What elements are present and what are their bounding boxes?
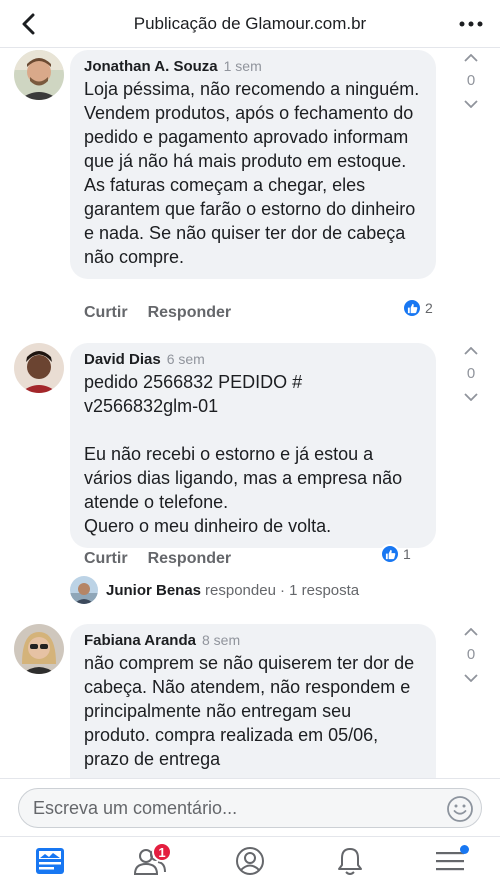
avatar: [70, 576, 98, 604]
reaction-number: 1: [403, 546, 411, 562]
reply-author[interactable]: Junior Benas: [106, 582, 201, 599]
comment-input[interactable]: [18, 788, 482, 828]
avatar[interactable]: [14, 624, 64, 674]
comment-actions: Curtir Responder: [84, 550, 231, 568]
news-feed-icon: [35, 847, 65, 880]
thumbs-up-icon: [402, 298, 422, 318]
comment-item: Jonathan A. Souza 1 sem Loja péssima, nã…: [0, 48, 500, 338]
reply-summary[interactable]: Junior Benas respondeu · 1 resposta: [70, 576, 359, 604]
emoji-smiley-icon[interactable]: [446, 795, 474, 823]
comment-actions: Curtir Responder: [84, 304, 231, 322]
downvote-chevron-down-icon[interactable]: [458, 387, 484, 407]
like-button[interactable]: Curtir: [84, 304, 128, 322]
upvote-chevron-up-icon[interactable]: [458, 622, 484, 642]
vote-count: 0: [466, 72, 476, 89]
vote-control: 0: [458, 622, 484, 688]
comment-bubble[interactable]: David Dias 6 sem pedido 2566832 PEDIDO #…: [70, 343, 436, 548]
comment-text: não comprem se não quiserem ter dor de c…: [84, 653, 415, 769]
vote-control: 0: [458, 341, 484, 407]
thumbs-up-icon: [380, 544, 400, 564]
reply-count: · 1 resposta: [279, 581, 360, 599]
tab-notifications[interactable]: [300, 837, 400, 889]
back-chevron-icon[interactable]: [14, 10, 42, 38]
comment-time: 1 sem: [223, 58, 262, 74]
comment-time: 8 sem: [201, 632, 241, 648]
comment-composer: [0, 778, 500, 836]
comment-author[interactable]: Fabiana Aranda: [84, 632, 196, 649]
comment-text: Loja péssima, não recomendo a ninguém. V…: [84, 79, 420, 267]
reply-button[interactable]: Responder: [148, 304, 232, 322]
reaction-count[interactable]: 1: [380, 544, 411, 564]
like-button[interactable]: Curtir: [84, 550, 128, 568]
comment-author[interactable]: Jonathan A. Souza: [84, 58, 218, 75]
reply-action: respondeu: [205, 581, 276, 599]
avatar[interactable]: [14, 343, 64, 393]
tab-profile[interactable]: [200, 837, 300, 889]
bottom-tab-bar: 1: [0, 836, 500, 889]
reaction-number: 2: [425, 300, 433, 316]
more-options-icon[interactable]: [456, 10, 486, 38]
top-navigation-bar: Publicação de Glamour.com.br: [0, 0, 500, 48]
tab-news-feed[interactable]: [0, 837, 100, 889]
comment-bubble[interactable]: Fabiana Aranda 8 sem não comprem se não …: [70, 624, 436, 778]
profile-icon: [235, 846, 265, 881]
downvote-chevron-down-icon[interactable]: [458, 668, 484, 688]
vote-control: 0: [458, 48, 484, 114]
comment-item: David Dias 6 sem pedido 2566832 PEDIDO #…: [0, 342, 500, 612]
comments-feed: Jonathan A. Souza 1 sem Loja péssima, nã…: [0, 48, 500, 778]
reaction-count[interactable]: 2: [402, 298, 433, 318]
comment-time: 6 sem: [166, 351, 205, 367]
vote-count: 0: [466, 365, 476, 382]
vote-count: 0: [466, 646, 476, 663]
menu-indicator-dot: [460, 845, 469, 854]
comment-author[interactable]: David Dias: [84, 351, 161, 368]
page-title: Publicação de Glamour.com.br: [133, 14, 367, 33]
notification-badge: 1: [152, 842, 172, 862]
avatar[interactable]: [14, 50, 64, 100]
upvote-chevron-up-icon[interactable]: [458, 341, 484, 361]
comment-text: pedido 2566832 PEDIDO # v2566832glm-01 E…: [84, 372, 403, 536]
tab-friend-requests[interactable]: 1: [100, 837, 200, 889]
bell-icon: [336, 846, 364, 881]
tab-menu[interactable]: [400, 837, 500, 889]
comment-item: Fabiana Aranda 8 sem não comprem se não …: [0, 622, 500, 778]
downvote-chevron-down-icon[interactable]: [458, 94, 484, 114]
reply-button[interactable]: Responder: [148, 550, 232, 568]
comment-bubble[interactable]: Jonathan A. Souza 1 sem Loja péssima, nã…: [70, 50, 436, 279]
upvote-chevron-up-icon[interactable]: [458, 48, 484, 68]
